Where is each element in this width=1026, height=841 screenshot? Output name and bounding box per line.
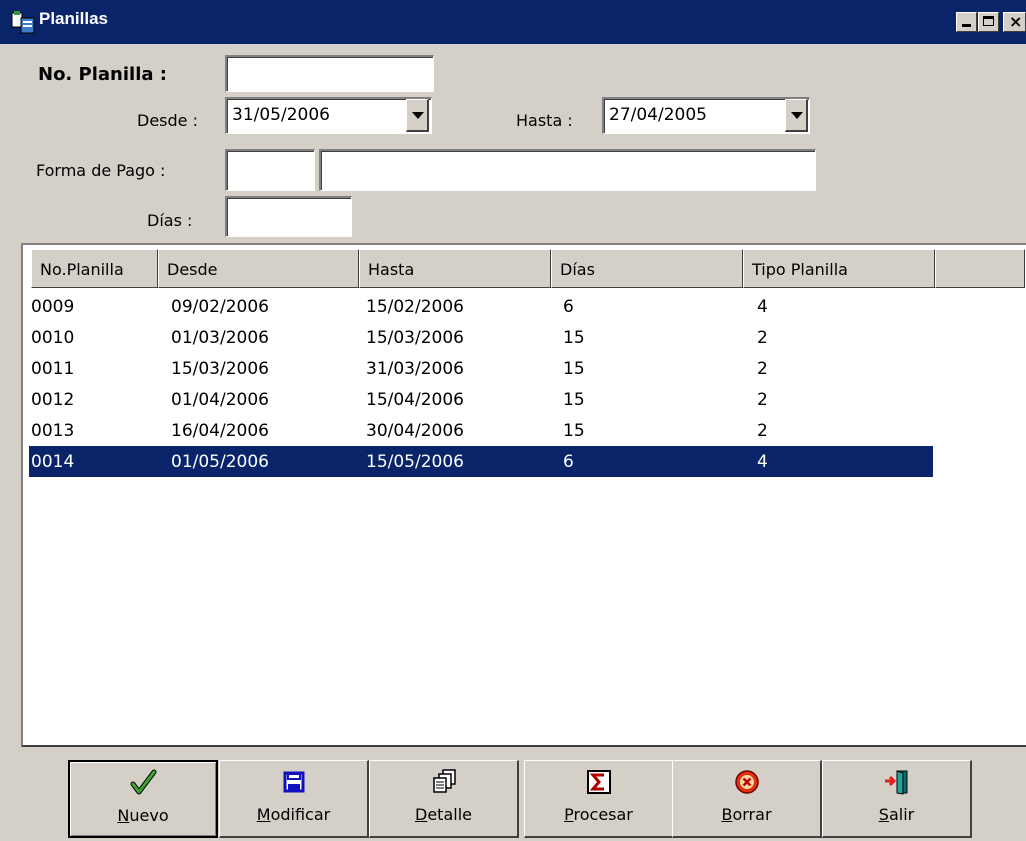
cell-desde: 15/03/2006 (171, 359, 269, 379)
cell-tipo-planilla: 2 (757, 390, 768, 410)
table-row[interactable]: 0013 16/04/2006 30/04/2006 15 2 (29, 415, 933, 446)
minimize-icon (962, 24, 971, 27)
no-planilla-label: No. Planilla : (38, 64, 167, 85)
cell-hasta: 15/04/2006 (366, 390, 464, 410)
chevron-down-icon (791, 112, 803, 119)
forma-pago-description-input[interactable] (319, 149, 816, 191)
table-row-selected[interactable]: 0014 01/05/2006 15/05/2006 6 4 (29, 446, 933, 477)
desde-date-combo[interactable]: 31/05/2006 (225, 97, 432, 134)
desde-value: 31/05/2006 (232, 105, 330, 125)
column-header-dias[interactable]: Días (551, 249, 743, 288)
cell-tipo-planilla: 2 (757, 359, 768, 379)
hasta-value: 27/04/2005 (609, 105, 707, 125)
planillas-grid[interactable]: No.Planilla Desde Hasta Días Tipo Planil… (21, 243, 1026, 747)
cell-hasta: 15/02/2006 (366, 297, 464, 317)
minimize-button[interactable] (956, 12, 977, 32)
detalle-button[interactable]: Detalle (369, 760, 519, 838)
modificar-button[interactable]: Modificar (219, 760, 369, 838)
chevron-down-icon (412, 112, 424, 119)
no-planilla-input[interactable] (225, 55, 434, 92)
column-header-hasta[interactable]: Hasta (359, 249, 551, 288)
table-row[interactable]: 0012 01/04/2006 15/04/2006 15 2 (29, 384, 933, 415)
cell-no-planilla: 0012 (31, 390, 75, 410)
salir-label: Salir (878, 805, 915, 824)
desde-label: Desde : (137, 111, 198, 130)
cell-desde: 01/04/2006 (171, 390, 269, 410)
cell-hasta: 31/03/2006 (366, 359, 464, 379)
cell-dias: 15 (563, 421, 585, 441)
cell-no-planilla: 0014 (31, 452, 75, 472)
cell-hasta: 30/04/2006 (366, 421, 464, 441)
sigma-icon (586, 770, 611, 794)
column-header-desde[interactable]: Desde (158, 249, 359, 288)
checkmark-icon (130, 769, 157, 795)
table-row[interactable]: 0009 09/02/2006 15/02/2006 6 4 (29, 291, 933, 322)
cell-desde: 09/02/2006 (171, 297, 269, 317)
cell-dias: 15 (563, 390, 585, 410)
cell-desde: 01/05/2006 (171, 452, 269, 472)
cell-desde: 16/04/2006 (171, 421, 269, 441)
borrar-label: Borrar (721, 805, 772, 824)
cell-tipo-planilla: 4 (757, 452, 768, 472)
desde-dropdown-button[interactable] (406, 99, 429, 132)
hasta-date-combo[interactable]: 27/04/2005 (602, 97, 810, 134)
window-title: Planillas (39, 9, 108, 28)
cell-dias: 15 (563, 359, 585, 379)
cell-hasta: 15/05/2006 (366, 452, 464, 472)
column-header-no-planilla[interactable]: No.Planilla (31, 249, 158, 288)
hasta-dropdown-button[interactable] (785, 99, 808, 132)
delete-icon (734, 770, 759, 794)
cell-tipo-planilla: 2 (757, 328, 768, 348)
cell-no-planilla: 0011 (31, 359, 75, 379)
maximize-icon (983, 16, 994, 26)
forma-pago-label: Forma de Pago : (36, 161, 166, 180)
dias-input[interactable] (225, 196, 352, 237)
procesar-label: Procesar (564, 805, 633, 824)
documents-icon (432, 769, 456, 793)
app-icon (11, 11, 35, 34)
table-row[interactable]: 0011 15/03/2006 31/03/2006 15 2 (29, 353, 933, 384)
close-icon: × (1009, 12, 1023, 31)
table-row[interactable]: 0010 01/03/2006 15/03/2006 15 2 (29, 322, 933, 353)
close-button[interactable]: × (1003, 12, 1026, 32)
title-bar: Planillas × (0, 0, 1026, 44)
salir-button[interactable]: Salir (822, 760, 972, 838)
hasta-label: Hasta : (516, 111, 573, 130)
nuevo-button[interactable]: Nuevo (68, 760, 218, 838)
borrar-button[interactable]: Borrar (672, 760, 822, 838)
forma-pago-code-input[interactable] (225, 149, 315, 191)
cell-desde: 01/03/2006 (171, 328, 269, 348)
cell-no-planilla: 0009 (31, 297, 75, 317)
cell-no-planilla: 0010 (31, 328, 75, 348)
dias-label: Días : (147, 211, 193, 230)
cell-dias: 6 (563, 452, 574, 472)
maximize-button[interactable] (978, 12, 999, 32)
cell-tipo-planilla: 4 (757, 297, 768, 317)
procesar-button[interactable]: Procesar (524, 760, 674, 838)
exit-door-icon (884, 770, 907, 795)
cell-hasta: 15/03/2006 (366, 328, 464, 348)
modificar-label: Modificar (256, 805, 331, 824)
detalle-label: Detalle (415, 805, 472, 824)
save-icon (283, 771, 304, 793)
nuevo-label: Nuevo (117, 806, 169, 825)
cell-tipo-planilla: 2 (757, 421, 768, 441)
cell-no-planilla: 0013 (31, 421, 75, 441)
cell-dias: 6 (563, 297, 574, 317)
cell-dias: 15 (563, 328, 585, 348)
column-header-empty (935, 249, 1025, 288)
column-header-tipo-planilla[interactable]: Tipo Planilla (743, 249, 935, 288)
